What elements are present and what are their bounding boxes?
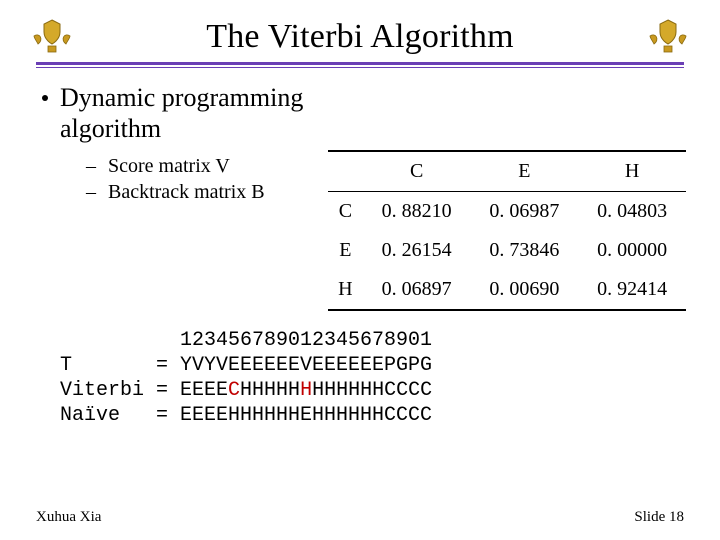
sequence-block: 123456789012345678901 T = YVYVEEEEEEVEEE… bbox=[60, 328, 432, 428]
table-header bbox=[328, 151, 363, 192]
table-cell: 0. 92414 bbox=[578, 270, 686, 310]
matrix-table: C E H C 0. 88210 0. 06987 0. 04803 E 0. … bbox=[328, 150, 686, 311]
table-header: E bbox=[470, 151, 578, 192]
table-cell: 0. 26154 bbox=[363, 231, 471, 270]
footer-slide-number: Slide 18 bbox=[634, 509, 684, 526]
dash-icon: – bbox=[86, 180, 96, 204]
slide-title: The Viterbi Algorithm bbox=[36, 18, 684, 56]
table-cell: 0. 73846 bbox=[470, 231, 578, 270]
footer-author: Xuhua Xia bbox=[36, 509, 101, 526]
ruler-line: 123456789012345678901 bbox=[60, 329, 432, 352]
table-header: H bbox=[578, 151, 686, 192]
row-header: E bbox=[328, 231, 363, 270]
bullet-dot-icon bbox=[42, 95, 48, 101]
highlight-char: H bbox=[300, 379, 312, 402]
sequence-viterbi: Viterbi = EEEECHHHHHHHHHHHHCCCC bbox=[60, 379, 432, 402]
table-cell: 0. 00000 bbox=[578, 231, 686, 270]
title-divider bbox=[36, 62, 684, 68]
table-cell: 0. 06897 bbox=[363, 270, 471, 310]
sub-bullet-text: Backtrack matrix B bbox=[108, 180, 265, 204]
table-row: C 0. 88210 0. 06987 0. 04803 bbox=[328, 192, 686, 232]
table-row: H 0. 06897 0. 00690 0. 92414 bbox=[328, 270, 686, 310]
table-row: E 0. 26154 0. 73846 0. 00000 bbox=[328, 231, 686, 270]
row-header: H bbox=[328, 270, 363, 310]
bullet-text: Dynamic programming algorithm bbox=[60, 82, 400, 144]
table-cell: 0. 00690 bbox=[470, 270, 578, 310]
sequence-naive: Naïve = EEEEHHHHHHEHHHHHHCCCC bbox=[60, 404, 432, 427]
crest-right-icon bbox=[646, 18, 690, 61]
dash-icon: – bbox=[86, 154, 96, 178]
table-cell: 0. 88210 bbox=[363, 192, 471, 232]
table-header: C bbox=[363, 151, 471, 192]
table-cell: 0. 06987 bbox=[470, 192, 578, 232]
highlight-char: C bbox=[228, 379, 240, 402]
sub-bullet-text: Score matrix V bbox=[108, 154, 230, 178]
crest-left-icon bbox=[30, 18, 74, 61]
bullet-item: Dynamic programming algorithm bbox=[36, 82, 684, 144]
table-cell: 0. 04803 bbox=[578, 192, 686, 232]
row-header: C bbox=[328, 192, 363, 232]
sequence-t: T = YVYVEEEEEEVEEEEEEPGPG bbox=[60, 354, 432, 377]
